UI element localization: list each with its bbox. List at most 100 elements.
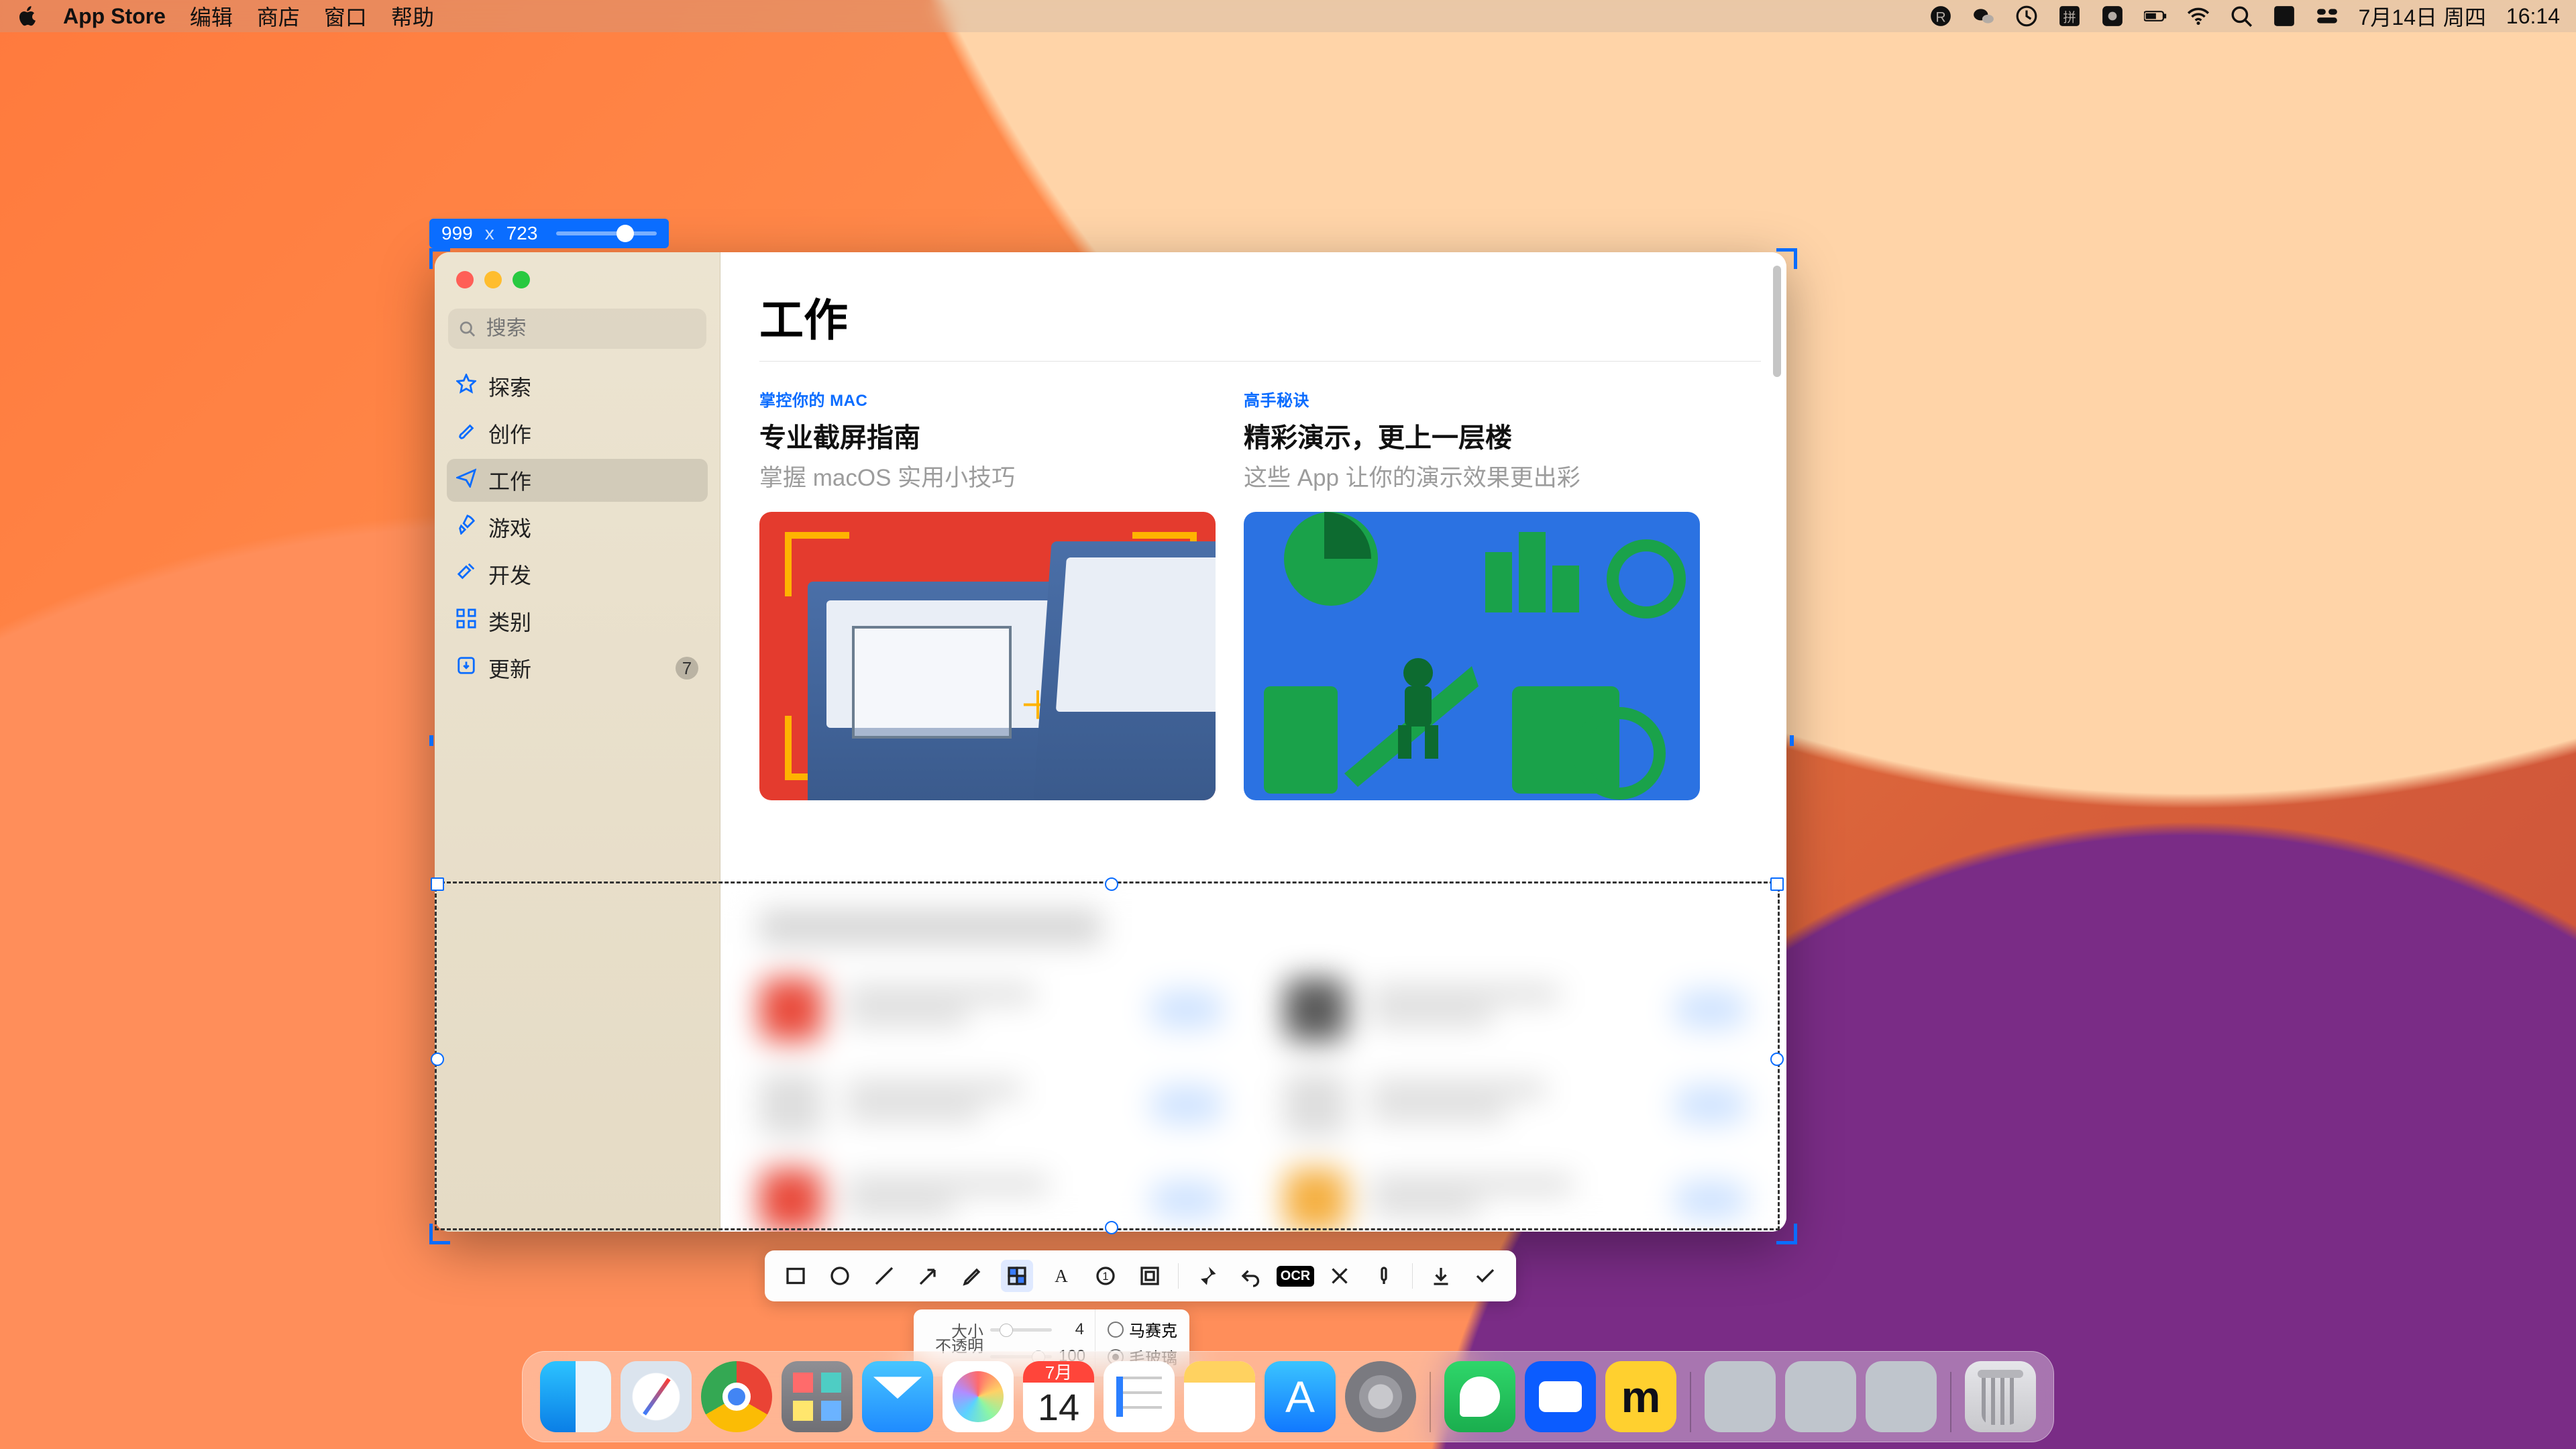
tool-pin[interactable] [1191,1260,1223,1292]
grid-icon [456,608,476,634]
tool-rectangle[interactable] [780,1260,812,1292]
sidebar-item-label: 创作 [488,418,531,449]
story-card-presentation[interactable]: 高手秘诀 精彩演示，更上一层楼 这些 App 让你的演示效果更出彩 [1244,387,1700,800]
menubar-time[interactable]: 16:14 [2506,4,2560,29]
selection-handle-right[interactable] [1790,735,1794,746]
mosaic-handle[interactable] [431,1053,444,1066]
status-user-icon[interactable] [2273,5,2296,28]
menubar-date[interactable]: 7月14日 周四 [2359,1,2486,32]
card-artwork [1244,512,1700,800]
dock-safari[interactable] [621,1361,692,1432]
paperplane-icon [456,468,476,493]
size-value: 4 [1059,1320,1084,1339]
sidebar-item-categories[interactable]: 类别 [447,600,708,643]
svg-text:A: A [1055,1266,1068,1286]
selection-handle-left[interactable] [429,735,433,746]
mosaic-handle[interactable] [1105,877,1118,891]
mosaic-handle[interactable] [1770,877,1784,891]
status-wechat-icon[interactable] [1972,5,1995,28]
tool-crop-inset[interactable] [1134,1260,1166,1292]
status-spotlight-icon[interactable] [2230,5,2253,28]
mosaic-handle[interactable] [431,877,444,891]
dock-notes[interactable] [1184,1361,1255,1432]
toolbar-separator [1178,1263,1179,1289]
card-title: 专业截屏指南 [759,416,1216,455]
star-icon [456,374,476,399]
dock-photos[interactable] [943,1361,1014,1432]
tool-undo[interactable] [1235,1260,1267,1292]
card-artwork: ＋ [759,512,1216,800]
sidebar-item-label: 探索 [488,371,531,402]
dock-chrome[interactable] [701,1361,772,1432]
dock-recent-3[interactable] [1866,1361,1937,1432]
menu-window[interactable]: 窗口 [324,1,367,32]
dock-reminders[interactable] [1104,1361,1175,1432]
radio-mosaic[interactable]: 马赛克 [1108,1318,1177,1341]
sidebar-item-label: 工作 [488,465,531,496]
close-button[interactable] [456,271,474,288]
tool-wand[interactable] [1368,1260,1400,1292]
dock-recent-1[interactable] [1705,1361,1776,1432]
menu-store[interactable]: 商店 [257,1,300,32]
menubar-app-name[interactable]: App Store [63,4,166,29]
search-input[interactable] [485,317,696,341]
status-app-r-icon[interactable]: R [1929,5,1952,28]
minimize-button[interactable] [484,271,502,288]
status-input-icon[interactable]: 拼 [2058,5,2081,28]
tool-ocr[interactable]: OCR [1279,1260,1311,1292]
sidebar-item-create[interactable]: 创作 [447,412,708,455]
selection-handle-tr[interactable] [1776,248,1797,269]
dock-appstore[interactable] [1265,1361,1336,1432]
sidebar-item-develop[interactable]: 开发 [447,553,708,596]
dock-launchpad[interactable] [782,1361,853,1432]
tool-pencil[interactable] [957,1260,989,1292]
zoom-button[interactable] [513,271,530,288]
tool-ellipse[interactable] [824,1260,856,1292]
search-field[interactable] [448,309,706,349]
download-icon [456,655,476,681]
dock-zoom-app[interactable] [1525,1361,1596,1432]
tool-confirm[interactable] [1469,1260,1501,1292]
apple-menu-icon[interactable] [16,5,39,28]
tool-arrow[interactable] [912,1260,945,1292]
menubar: App Store 编辑 商店 窗口 帮助 R 拼 7月14日 周四 16:14 [0,0,2576,32]
card-title: 精彩演示，更上一层楼 [1244,416,1700,455]
status-wifi-icon[interactable] [2187,5,2210,28]
tool-counter[interactable]: 1 [1089,1260,1122,1292]
menu-help[interactable]: 帮助 [391,1,434,32]
scrollbar[interactable] [1773,266,1781,377]
menu-edit[interactable]: 编辑 [190,1,233,32]
dock-wechat[interactable] [1444,1361,1515,1432]
dock-finder[interactable] [540,1361,611,1432]
updates-badge: 7 [676,657,698,680]
card-subtitle: 这些 App 让你的演示效果更出彩 [1244,459,1700,493]
mosaic-handle[interactable] [1770,1053,1784,1066]
status-screenshot-icon[interactable] [2101,5,2124,28]
capture-zoom-slider[interactable] [556,231,657,235]
mosaic-region[interactable] [435,881,1780,1230]
tool-cancel[interactable] [1324,1260,1356,1292]
mosaic-handle[interactable] [1105,1221,1118,1234]
dock-settings[interactable] [1345,1361,1416,1432]
tool-mosaic[interactable] [1001,1260,1033,1292]
dock-recent-2[interactable] [1785,1361,1856,1432]
selection-handle-tl[interactable] [429,248,450,269]
dock-miro[interactable] [1605,1361,1676,1432]
size-slider[interactable] [990,1328,1052,1332]
dock-trash[interactable] [1965,1361,2036,1432]
dock-mail[interactable] [862,1361,933,1432]
sidebar-item-discover[interactable]: 探索 [447,365,708,408]
tool-text[interactable]: A [1045,1260,1077,1292]
status-battery-icon[interactable] [2144,5,2167,28]
dock-calendar[interactable] [1023,1361,1094,1432]
sidebar-item-label: 类别 [488,606,531,637]
tool-save[interactable] [1425,1260,1457,1292]
status-control-center-icon[interactable] [2316,5,2339,28]
sidebar-item-updates[interactable]: 更新 7 [447,647,708,690]
status-clock-icon[interactable] [2015,5,2038,28]
story-card-screenshot-guide[interactable]: 掌控你的 MAC 专业截屏指南 掌握 macOS 实用小技巧 ＋ [759,387,1216,800]
sidebar-item-play[interactable]: 游戏 [447,506,708,549]
svg-text:1: 1 [1102,1271,1108,1283]
tool-line[interactable] [868,1260,900,1292]
sidebar-item-work[interactable]: 工作 [447,459,708,502]
